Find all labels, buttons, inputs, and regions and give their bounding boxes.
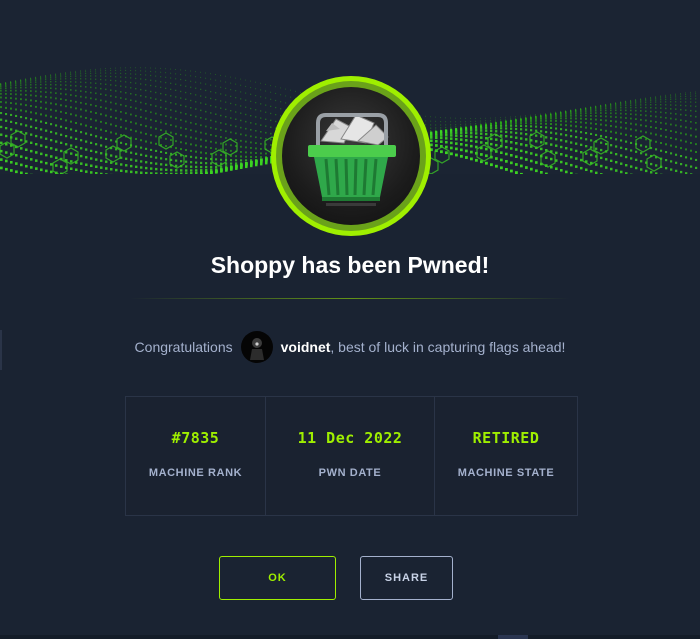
title-divider: [130, 298, 570, 299]
stat-pwn-date: 11 Dec 2022 PWN DATE: [265, 397, 434, 515]
ok-button[interactable]: OK: [219, 556, 336, 600]
stat-machine-state: RETIRED MACHINE STATE: [434, 397, 577, 515]
pwn-stats-panel: #7835 MACHINE RANK 11 Dec 2022 PWN DATE …: [125, 396, 578, 516]
username: voidnet: [280, 339, 331, 355]
shopping-basket-icon: [308, 113, 396, 206]
stat-machine-rank: #7835 MACHINE RANK: [126, 397, 265, 515]
page-edge-bottom: [0, 635, 700, 639]
stat-value: #7835: [171, 429, 220, 447]
stat-value: RETIRED: [472, 429, 540, 447]
congrats-suffix: , best of luck in capturing flags ahead!: [330, 339, 566, 355]
congratulations-message: Congratulations voidnet , best of luck i…: [0, 330, 700, 364]
user-avatar-icon: [240, 331, 273, 363]
stat-value: 11 Dec 2022: [297, 429, 403, 447]
page-edge-left: [0, 330, 2, 370]
stat-label: PWN DATE: [318, 467, 382, 479]
machine-avatar: [271, 76, 431, 236]
modal-title: Shoppy has been Pwned!: [210, 252, 490, 278]
stat-label: MACHINE RANK: [148, 467, 243, 479]
congrats-prefix: Congratulations: [134, 339, 233, 355]
share-button[interactable]: SHARE: [360, 556, 453, 600]
stat-label: MACHINE STATE: [457, 467, 555, 479]
